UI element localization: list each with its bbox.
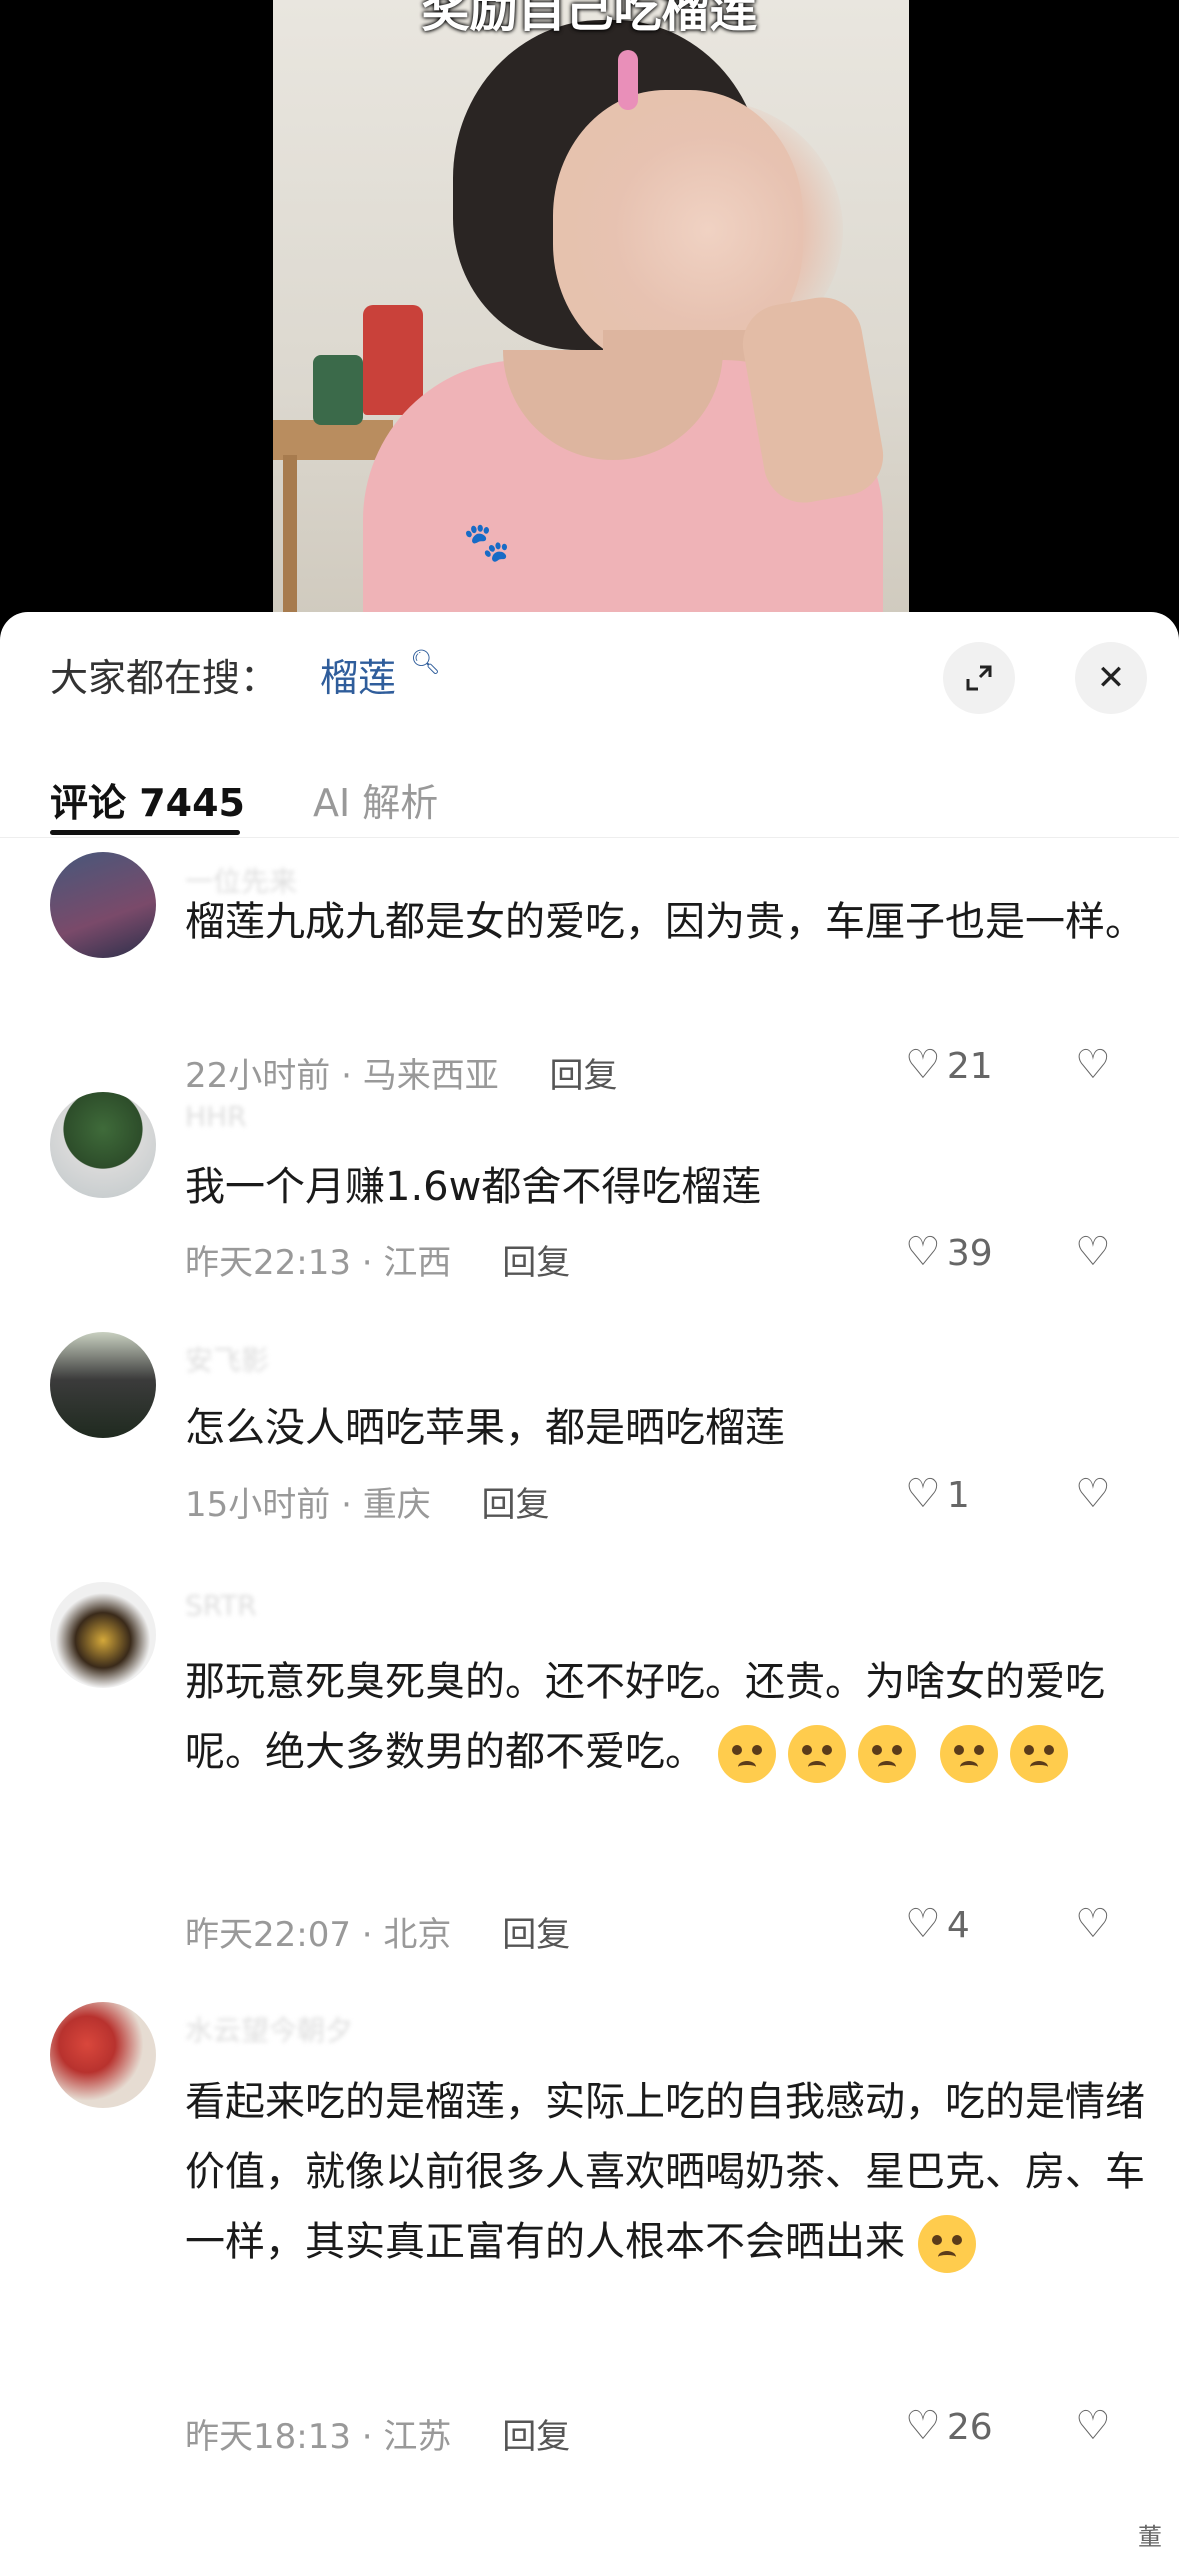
like-count: 39 (946, 1233, 993, 1274)
avatar[interactable] (50, 1092, 156, 1198)
video-frame: 🐾 (273, 0, 909, 640)
heart-icon: ♡ (905, 1042, 941, 1088)
video-player[interactable]: 🐾 奖励自己吃榴莲 (0, 0, 1179, 640)
comment-meta: 22小时前 · 马来西亚 回复 (185, 1048, 618, 1097)
tab-active-indicator (50, 830, 240, 835)
reply-button[interactable]: 回复 (502, 1915, 570, 1955)
comment-tabs: 评论 7445 AI 解析 (0, 762, 1179, 838)
dislike-button[interactable]: ♡ (1075, 1471, 1111, 1517)
search-term-link[interactable]: 榴莲 (320, 647, 396, 702)
comment-text: 看起来吃的是榴莲，实际上吃的自我感动，吃的是情绪价值，就像以前很多人喜欢晒喝奶茶… (185, 2067, 1145, 2277)
crying-emoji-icon (940, 1725, 999, 1783)
dislike-button[interactable]: ♡ (1075, 1901, 1111, 1947)
like-button[interactable]: ♡ 4 (905, 1901, 970, 1947)
broken-heart-icon: ♡ (1075, 1901, 1111, 1947)
comment-item: SRTR 那玩意死臭死臭的。还不好吃。还贵。为啥女的爱吃呢。绝大多数男的都不爱吃… (0, 1577, 1179, 1997)
meta-separator: · (361, 1915, 384, 1955)
close-button[interactable]: ✕ (1075, 642, 1147, 714)
crying-emoji-icon (717, 1725, 776, 1783)
close-icon: ✕ (1096, 658, 1126, 698)
comment-text: 那玩意死臭死臭的。还不好吃。还贵。为啥女的爱吃呢。绝大多数男的都不爱吃。 (185, 1647, 1145, 1787)
search-suggestion-row[interactable]: 大家都在搜： 榴莲 🔍︎ ✕ (0, 612, 1179, 747)
like-count: 4 (946, 1905, 970, 1946)
like-button[interactable]: ♡ 1 (905, 1471, 970, 1517)
crying-emoji-icon (857, 1725, 916, 1783)
comment-username[interactable]: SRTR (185, 1589, 257, 1622)
reply-button[interactable]: 回复 (502, 1243, 570, 1283)
comment-text: 怎么没人晒吃苹果，都是晒吃榴莲 (185, 1405, 785, 1451)
comment-item: 水云望今朝夕 看起来吃的是榴莲，实际上吃的自我感动，吃的是情绪价值，就像以前很多… (0, 1997, 1179, 2556)
expand-button[interactable] (943, 642, 1015, 714)
dislike-button[interactable]: ♡ (1075, 2403, 1111, 2449)
avatar[interactable] (50, 852, 156, 958)
like-button[interactable]: ♡ 39 (905, 1229, 993, 1275)
reply-button[interactable]: 回复 (550, 1056, 618, 1096)
heart-icon: ♡ (905, 1229, 941, 1275)
comment-meta: 15小时前 · 重庆 回复 (185, 1477, 550, 1526)
comment-meta: 昨天22:13 · 江西 回复 (185, 1235, 570, 1284)
comment-username[interactable]: 安飞影 (185, 1339, 269, 1379)
like-count: 21 (946, 1046, 993, 1087)
table-surface (273, 420, 393, 460)
crying-emoji-icon (1010, 1725, 1069, 1783)
comments-sheet: 大家都在搜： 榴莲 🔍︎ ✕ 评论 7445 AI 解析 一位先来 榴莲九成九都… (0, 612, 1179, 2556)
broken-heart-icon: ♡ (1075, 2403, 1111, 2449)
meta-separator: · (341, 1056, 363, 1096)
search-prefix: 大家都在搜： (50, 656, 279, 700)
comment-location: 江西 (383, 1243, 452, 1283)
broken-heart-icon: ♡ (1075, 1229, 1111, 1275)
comment-username[interactable]: 水云望今朝夕 (185, 2009, 353, 2049)
heart-icon: ♡ (905, 2403, 941, 2449)
tab-ai-analysis[interactable]: AI 解析 (313, 772, 438, 827)
video-caption: 奖励自己吃榴莲 (421, 0, 758, 38)
meta-separator: · (341, 1485, 363, 1525)
avatar[interactable] (50, 2002, 156, 2108)
comment-username[interactable]: HHR (185, 1100, 247, 1133)
paw-print-icon: 🐾 (463, 520, 511, 564)
reply-button[interactable]: 回复 (482, 1485, 550, 1525)
tab-comments[interactable]: 评论 7445 (50, 772, 245, 827)
red-jar (363, 305, 423, 415)
like-count: 26 (946, 2407, 993, 2448)
comment-text-body: 看起来吃的是榴莲，实际上吃的自我感动，吃的是情绪价值，就像以前很多人喜欢晒喝奶茶… (185, 2079, 1145, 2265)
comment-item: 安飞影 怎么没人晒吃苹果，都是晒吃榴莲 15小时前 · 重庆 回复 ♡ 1 ♡ (0, 1327, 1179, 1577)
like-count: 1 (946, 1475, 970, 1516)
comment-time: 22小时前 (185, 1056, 331, 1096)
comment-location: 重庆 (362, 1485, 431, 1525)
heart-icon: ♡ (905, 1901, 941, 1947)
comment-time: 昨天22:07 (185, 1915, 351, 1955)
comment-time: 昨天22:13 (185, 1243, 351, 1283)
comment-meta: 昨天18:13 · 江苏 回复 (185, 2409, 570, 2458)
meta-separator: · (361, 1243, 384, 1283)
comment-time: 15小时前 (185, 1485, 331, 1525)
avatar[interactable] (50, 1332, 156, 1438)
watermark: 董 (1138, 2523, 1162, 2551)
comment-item: 一位先来 榴莲九成九都是女的爱吃，因为贵，车厘子也是一样。 22小时前 · 马来… (0, 852, 1179, 1096)
comment-location: 马来西亚 (362, 1056, 499, 1096)
broken-heart-icon: ♡ (1075, 1471, 1111, 1517)
smirk-emoji-icon (917, 2215, 976, 2273)
comment-meta: 昨天22:07 · 北京 回复 (185, 1907, 570, 1956)
broken-heart-icon: ♡ (1075, 1042, 1111, 1088)
like-button[interactable]: ♡ 26 (905, 2403, 993, 2449)
dislike-button[interactable]: ♡ (1075, 1229, 1111, 1275)
comment-location: 北京 (383, 1915, 452, 1955)
heart-icon: ♡ (905, 1471, 941, 1517)
crying-emoji-icon (787, 1725, 846, 1783)
search-icon: 🔍︎ (410, 648, 441, 676)
dislike-button[interactable]: ♡ (1075, 1042, 1111, 1088)
meta-separator: · (361, 2417, 384, 2457)
reply-button[interactable]: 回复 (502, 2417, 570, 2457)
expand-icon (966, 665, 992, 691)
green-bottle (313, 355, 363, 425)
comment-text: 我一个月赚1.6w都舍不得吃榴莲 (185, 1164, 762, 1210)
hairclip (618, 50, 638, 110)
comment-time: 昨天18:13 (185, 2417, 351, 2457)
avatar[interactable] (50, 1582, 156, 1688)
comment-text: 榴莲九成九都是女的爱吃，因为贵，车厘子也是一样。 (185, 899, 1145, 945)
like-button[interactable]: ♡ 21 (905, 1042, 993, 1088)
comment-location: 江苏 (383, 2417, 452, 2457)
comment-item: HHR 我一个月赚1.6w都舍不得吃榴莲 昨天22:13 · 江西 回复 ♡ 39… (0, 1092, 1179, 1327)
